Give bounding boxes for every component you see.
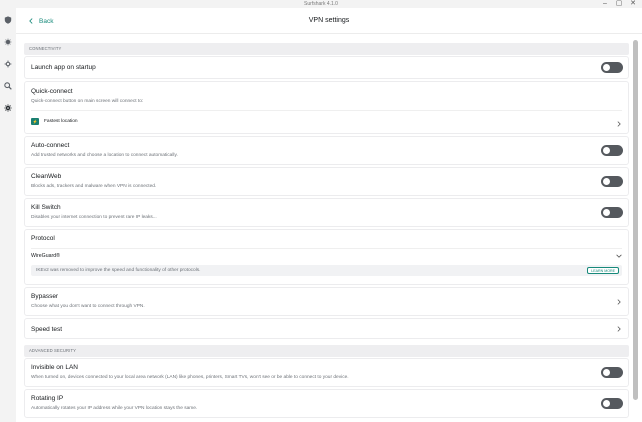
cleanweb-row[interactable]: CleanWeb Blocks ads, trackers and malwar… [24, 167, 629, 196]
kill-switch-subtitle: Disables your internet connection to pre… [31, 215, 157, 220]
gear-small-icon[interactable] [2, 58, 14, 70]
protocol-card: Protocol WireGuard® IKEv2 was removed to… [24, 229, 629, 285]
close-button[interactable]: ✕ [626, 0, 640, 8]
auto-connect-row[interactable]: Auto-connect Add trusted networks and ch… [24, 136, 629, 165]
page-title: VPN settings [308, 17, 350, 24]
kill-switch-row[interactable]: Kill Switch Disables your internet conne… [24, 198, 629, 227]
quick-connect-title: Quick-connect [31, 88, 73, 95]
search-lock-icon[interactable] [2, 80, 14, 92]
invisible-lan-toggle[interactable] [601, 367, 623, 378]
minimize-button[interactable]: – [598, 0, 612, 8]
window-title: Surfshark 4.1.0 [304, 1, 338, 7]
quick-connect-option[interactable]: ⚡ Fastest location [25, 111, 628, 125]
kill-switch-toggle[interactable] [601, 207, 623, 218]
learn-more-button[interactable]: LEARN MORE [587, 267, 619, 274]
invisible-lan-row[interactable]: Invisible on LAN When turned on, devices… [24, 358, 629, 387]
bypasser-title: Bypasser [31, 293, 59, 300]
section-advanced-security: ADVANCED SECURITY [24, 345, 629, 357]
section-connectivity: CONNECTIVITY [24, 43, 629, 55]
invisible-lan-subtitle: When turned on, devices connected to you… [31, 375, 349, 380]
rotating-ip-title: Rotating IP [31, 395, 64, 402]
window-titlebar: Surfshark 4.1.0 – ▢ ✕ [0, 0, 642, 8]
speed-test-title: Speed test [31, 326, 63, 333]
page-header: Back VPN settings [16, 8, 642, 34]
settings-list: CONNECTIVITY Launch app on startup Quick… [24, 43, 629, 420]
settings-page: Back VPN settings CONNECTIVITY Launch ap… [16, 8, 642, 422]
virus-icon[interactable] [2, 36, 14, 48]
quick-connect-card: Quick-connect Quick-connect button on ma… [24, 81, 629, 134]
speed-test-row[interactable]: Speed test [24, 318, 629, 339]
auto-connect-toggle[interactable] [601, 145, 623, 156]
launch-startup-toggle[interactable] [601, 62, 623, 73]
settings-icon[interactable] [2, 102, 14, 114]
bypasser-subtitle: Choose what you don't want to connect th… [31, 304, 145, 309]
auto-connect-subtitle: Add trusted networks and choose a locati… [31, 153, 178, 158]
quick-connect-subtitle: Quick-connect button on main screen will… [31, 99, 144, 104]
maximize-button[interactable]: ▢ [612, 0, 626, 8]
quick-connect-option-label: Fastest location [44, 119, 78, 124]
rotating-ip-subtitle: Automatically rotates your IP address wh… [31, 406, 198, 411]
protocol-title: Protocol [31, 235, 55, 242]
chevron-right-icon[interactable] [616, 121, 622, 127]
shield-icon[interactable] [2, 14, 14, 26]
lightning-icon: ⚡ [31, 118, 39, 125]
cleanweb-title: CleanWeb [31, 173, 62, 180]
protocol-value: WireGuard® [31, 253, 60, 259]
protocol-notice-text: IKEv2 was removed to improve the speed a… [36, 268, 201, 273]
cleanweb-subtitle: Blocks ads, trackers and malware when VP… [31, 184, 157, 189]
protocol-select[interactable]: WireGuard® [25, 249, 628, 265]
launch-startup-row[interactable]: Launch app on startup [24, 56, 629, 79]
kill-switch-title: Kill Switch [31, 204, 61, 211]
chevron-right-icon [616, 299, 622, 305]
protocol-notice: IKEv2 was removed to improve the speed a… [31, 265, 622, 276]
chevron-down-icon [616, 253, 622, 259]
rotating-ip-toggle[interactable] [601, 398, 623, 409]
scrollbar[interactable] [633, 40, 638, 400]
cleanweb-toggle[interactable] [601, 176, 623, 187]
bypasser-row[interactable]: Bypasser Choose what you don't want to c… [24, 287, 629, 316]
sidebar [0, 8, 16, 422]
chevron-right-icon [616, 326, 622, 332]
rotating-ip-row[interactable]: Rotating IP Automatically rotates your I… [24, 389, 629, 418]
invisible-lan-title: Invisible on LAN [31, 364, 78, 371]
launch-startup-title: Launch app on startup [31, 64, 96, 71]
auto-connect-title: Auto-connect [31, 142, 70, 149]
